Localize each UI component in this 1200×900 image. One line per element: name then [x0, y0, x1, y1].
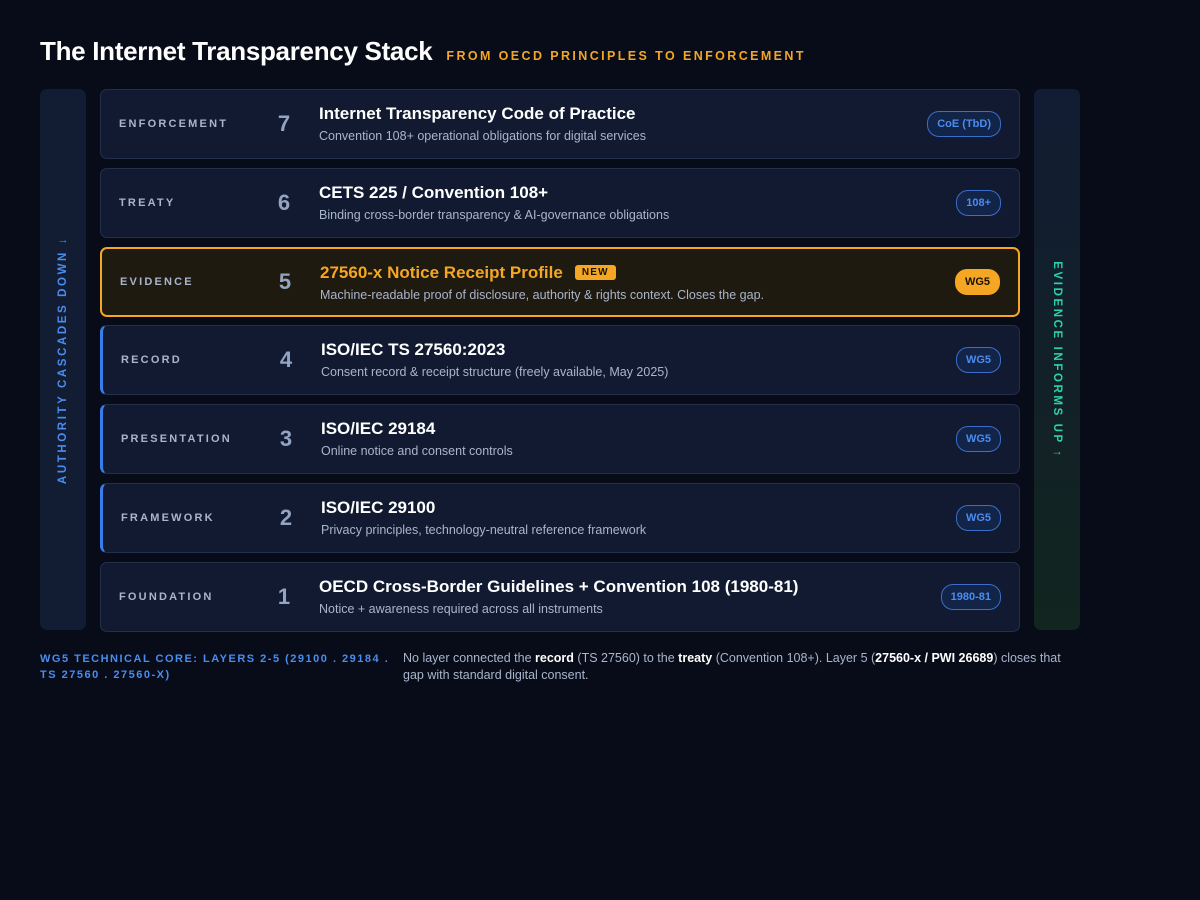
- layer-number: 4: [279, 347, 293, 373]
- gap-note: No layer connected the record (TS 27560)…: [403, 650, 1071, 684]
- layer-stack: Enforcement 7 Internet Transparency Code…: [100, 89, 1020, 640]
- gap-note-text: (Convention 108+). Layer 5 (: [712, 651, 876, 665]
- evidence-rail-label: Evidence informs up ↑: [1051, 260, 1063, 459]
- layer-label: Presentation: [121, 433, 232, 445]
- layer-presentation: Presentation 3 ISO/IEC 29184 Online noti…: [100, 404, 1020, 474]
- layer-title: Internet Transparency Code of Practice: [319, 104, 646, 124]
- page-title: The Internet Transparency Stack: [40, 36, 433, 66]
- evidence-rail: Evidence informs up ↑: [1034, 89, 1080, 630]
- layer-label: Record: [121, 354, 182, 367]
- layer-body: Internet Transparency Code of Practice C…: [319, 104, 646, 143]
- layer-body: OECD Cross-Border Guidelines + Conventio…: [319, 577, 798, 616]
- layer-tag: WG5: [955, 347, 1001, 374]
- layer-title-text: Internet Transparency Code of Practice: [319, 104, 636, 123]
- layer-title-text: CETS 225 / Convention 108+: [319, 182, 549, 202]
- layer-number: 5: [278, 268, 292, 294]
- layer-evidence: Evidence 5 27560-x Notice Receipt Profil…: [100, 246, 1020, 317]
- layer-title-text: 27560-x Notice Receipt Profile: [320, 262, 563, 282]
- layer-label: Evidence: [120, 275, 194, 288]
- layer-number: 6: [277, 189, 291, 215]
- layer-title: CETS 225 / Convention 108+: [319, 183, 669, 203]
- layer-foundation: Foundation 1 OECD Cross-Border Guideline…: [100, 561, 1020, 632]
- layer-number: 3: [279, 426, 293, 451]
- layer-description: Notice + awareness required across all i…: [319, 601, 603, 616]
- gap-note-emphasis: treaty: [678, 651, 713, 665]
- layer-treaty: Treaty 6 CETS 225 / Convention 108+ Bind…: [100, 167, 1020, 238]
- layer-tag: 1980-81: [940, 583, 1001, 610]
- layer-body: ISO/IEC TS 27560:2023 Consent record & r…: [321, 340, 668, 379]
- layer-framework: Framework 2 ISO/IEC 29100 Privacy princi…: [100, 482, 1020, 553]
- layer-tag: CoE (TbD): [927, 111, 1001, 137]
- layer-body: ISO/IEC 29100 Privacy principles, techno…: [321, 498, 646, 537]
- layer-description: Convention 108+ operational obligations …: [319, 129, 646, 143]
- new-badge: NEW: [574, 265, 616, 280]
- layer-title: ISO/IEC 29100: [321, 498, 646, 518]
- authority-rail: Authority cascades down ↓: [40, 89, 86, 630]
- page: The Internet Transparency Stack From OEC…: [0, 0, 1200, 900]
- layer-label: Treaty: [119, 196, 176, 209]
- gap-note-text: No layer connected the: [403, 651, 536, 665]
- layer-number: 1: [277, 583, 291, 609]
- layer-record: Record 4 ISO/IEC TS 27560:2023 Consent r…: [100, 325, 1020, 396]
- layer-tag: WG5: [955, 504, 1001, 531]
- layer-number: 2: [279, 504, 293, 530]
- gap-note-emphasis: record: [535, 651, 574, 665]
- layer-tag: WG5: [954, 268, 1000, 295]
- layer-description: Consent record & receipt structure (free…: [321, 365, 669, 380]
- layer-body: CETS 225 / Convention 108+ Binding cross…: [319, 183, 669, 222]
- layer-title-text: ISO/IEC 29184: [321, 419, 436, 438]
- page-subtitle: From OECD Principles to Enforcement: [446, 49, 806, 63]
- header: The Internet Transparency Stack From OEC…: [40, 36, 806, 67]
- layer-body: ISO/IEC 29184 Online notice and consent …: [321, 419, 513, 458]
- layer-title: ISO/IEC 29184: [321, 419, 513, 439]
- layer-label: Framework: [121, 511, 215, 524]
- layer-title: 27560-x Notice Receipt Profile NEW: [320, 263, 764, 283]
- technical-core-note: WG5 Technical Core: Layers 2-5 (29100 . …: [40, 653, 390, 681]
- layer-description: Machine-readable proof of disclosure, au…: [320, 287, 764, 302]
- layer-label: Foundation: [119, 590, 214, 603]
- layer-label: Enforcement: [119, 118, 229, 130]
- layer-description: Binding cross-border transparency & AI-g…: [319, 207, 670, 222]
- layer-title-text: OECD Cross-Border Guidelines + Conventio…: [319, 576, 799, 596]
- layer-enforcement: Enforcement 7 Internet Transparency Code…: [100, 89, 1020, 159]
- gap-note-text: (TS 27560) to the: [573, 651, 679, 665]
- authority-rail-label: Authority cascades down ↓: [57, 235, 69, 484]
- layer-title-text: ISO/IEC TS 27560:2023: [321, 340, 506, 360]
- layer-description: Privacy principles, technology-neutral r…: [321, 522, 647, 537]
- layer-body: 27560-x Notice Receipt Profile NEW Machi…: [320, 263, 764, 302]
- layer-title: ISO/IEC TS 27560:2023: [321, 340, 668, 360]
- layer-tag: WG5: [955, 426, 1001, 452]
- layer-number: 7: [277, 111, 291, 136]
- layer-tag: 108+: [956, 189, 1001, 216]
- layer-title-text: ISO/IEC 29100: [321, 497, 436, 517]
- gap-note-emphasis: 27560-x / PWI 26689: [875, 651, 994, 665]
- layer-title: OECD Cross-Border Guidelines + Conventio…: [319, 577, 798, 597]
- layer-description: Online notice and consent controls: [321, 444, 513, 458]
